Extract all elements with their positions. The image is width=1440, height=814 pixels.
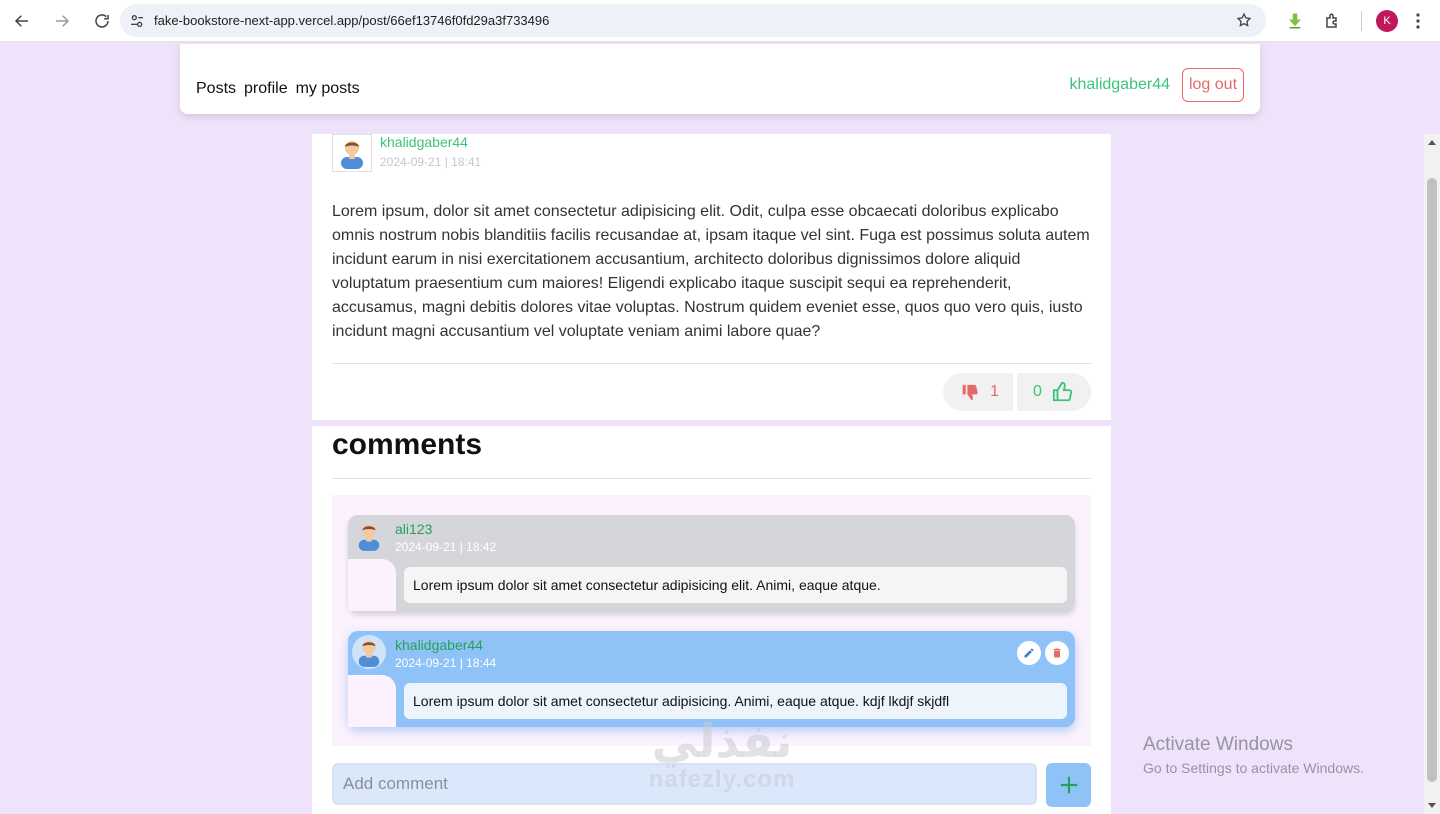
download-extension-icon[interactable] xyxy=(1281,7,1309,35)
comments-section: comments ali123 2024-09-21 | 18:42 Lorem… xyxy=(312,426,1111,814)
avatar[interactable] xyxy=(332,134,372,172)
browser-actions: K xyxy=(1281,0,1440,42)
nav-username[interactable]: khalidgaber44 xyxy=(1069,76,1170,94)
scroll-up-arrow-icon[interactable] xyxy=(1428,140,1436,145)
like-button[interactable]: 0 xyxy=(1017,373,1091,411)
post-author-name[interactable]: khalidgaber44 xyxy=(380,134,481,150)
nav-link-posts[interactable]: Posts xyxy=(196,80,236,98)
vote-group: 1 0 xyxy=(943,373,1091,411)
comment-body-wrap: Lorem ipsum dolor sit amet consectetur a… xyxy=(396,675,1075,727)
comment-date: 2024-09-21 | 18:42 xyxy=(395,540,497,554)
windows-activation-watermark: Activate Windows Go to Settings to activ… xyxy=(1143,734,1364,776)
comment-item: khalidgaber44 2024-09-21 | 18:44 Lorem i… xyxy=(348,631,1075,727)
user-avatar-icon xyxy=(341,141,363,169)
thumbs-up-icon xyxy=(1052,381,1073,402)
comment-text: Lorem ipsum dolor sit amet consectetur a… xyxy=(404,683,1067,719)
add-comment-row xyxy=(332,763,1091,807)
comment-author[interactable]: ali123 xyxy=(395,521,432,537)
logout-button[interactable]: log out xyxy=(1182,68,1244,102)
scroll-down-arrow-icon[interactable] xyxy=(1428,803,1436,808)
reload-icon xyxy=(95,13,109,28)
add-comment-input[interactable] xyxy=(332,763,1037,805)
comment-header: khalidgaber44 2024-09-21 | 18:44 xyxy=(348,631,1075,675)
avatar[interactable] xyxy=(352,635,386,669)
comments-title: comments xyxy=(332,428,483,461)
site-info-icon[interactable] xyxy=(120,13,154,29)
scroll-thumb[interactable] xyxy=(1427,178,1437,782)
delete-comment-button[interactable] xyxy=(1045,641,1069,665)
comment-tail xyxy=(348,675,396,727)
post-date: 2024-09-21 | 18:41 xyxy=(380,155,482,169)
arrow-right-icon xyxy=(56,14,70,27)
divider xyxy=(332,363,1091,364)
browser-toolbar: fake-bookstore-next-app.vercel.app/post/… xyxy=(0,0,1440,42)
nav-links: Posts profile my posts xyxy=(196,80,360,98)
pencil-icon xyxy=(1024,648,1034,658)
divider xyxy=(332,478,1091,479)
post-author: khalidgaber44 2024-09-21 | 18:41 xyxy=(332,134,481,172)
comment-header: ali123 2024-09-21 | 18:42 xyxy=(348,515,1075,559)
app-navbar: Posts profile my posts khalidgaber44 log… xyxy=(180,44,1260,114)
edit-comment-button[interactable] xyxy=(1017,641,1041,665)
comment-body-wrap: Lorem ipsum dolor sit amet consectetur a… xyxy=(396,559,1075,611)
nav-link-profile[interactable]: profile xyxy=(244,80,288,98)
post-body: Lorem ipsum, dolor sit amet consectetur … xyxy=(332,203,1090,340)
forward-button[interactable] xyxy=(44,3,80,39)
page-scrollbar[interactable] xyxy=(1424,134,1440,814)
back-button[interactable] xyxy=(4,3,40,39)
reload-button[interactable] xyxy=(84,3,120,39)
avatar[interactable] xyxy=(352,519,386,553)
post-card: khalidgaber44 2024-09-21 | 18:41 Lorem i… xyxy=(312,134,1111,420)
add-comment-button[interactable] xyxy=(1046,763,1091,807)
extensions-puzzle-icon[interactable] xyxy=(1319,7,1347,35)
user-avatar-icon xyxy=(358,640,380,667)
post-meta: khalidgaber44 2024-09-21 | 18:41 xyxy=(380,134,481,172)
toolbar-separator xyxy=(1361,11,1362,31)
profile-avatar[interactable]: K xyxy=(1376,10,1398,32)
dislike-count: 1 xyxy=(990,383,999,400)
activate-subtitle: Go to Settings to activate Windows. xyxy=(1143,760,1364,776)
url-text: fake-bookstore-next-app.vercel.app/post/… xyxy=(154,13,550,28)
plus-icon xyxy=(1060,776,1077,794)
address-bar[interactable]: fake-bookstore-next-app.vercel.app/post/… xyxy=(120,4,1266,37)
arrow-left-icon xyxy=(14,14,28,27)
user-avatar-icon xyxy=(358,524,380,551)
comment-date: 2024-09-21 | 18:44 xyxy=(395,656,497,670)
comment-text: Lorem ipsum dolor sit amet consectetur a… xyxy=(404,567,1067,603)
activate-title: Activate Windows xyxy=(1143,734,1293,755)
comment-actions xyxy=(1017,641,1069,665)
dislike-button[interactable]: 1 xyxy=(943,373,1013,411)
comment-author[interactable]: khalidgaber44 xyxy=(395,637,483,653)
trash-icon xyxy=(1053,648,1061,658)
bookmark-star-icon[interactable] xyxy=(1236,12,1252,33)
like-count: 0 xyxy=(1033,383,1042,400)
thumbs-down-icon xyxy=(962,384,978,400)
comment-item: ali123 2024-09-21 | 18:42 Lorem ipsum do… xyxy=(348,515,1075,611)
nav-link-my-posts[interactable]: my posts xyxy=(296,80,360,98)
more-menu-icon[interactable] xyxy=(1408,13,1428,29)
comments-list: ali123 2024-09-21 | 18:42 Lorem ipsum do… xyxy=(332,495,1091,746)
comment-tail xyxy=(348,559,396,611)
